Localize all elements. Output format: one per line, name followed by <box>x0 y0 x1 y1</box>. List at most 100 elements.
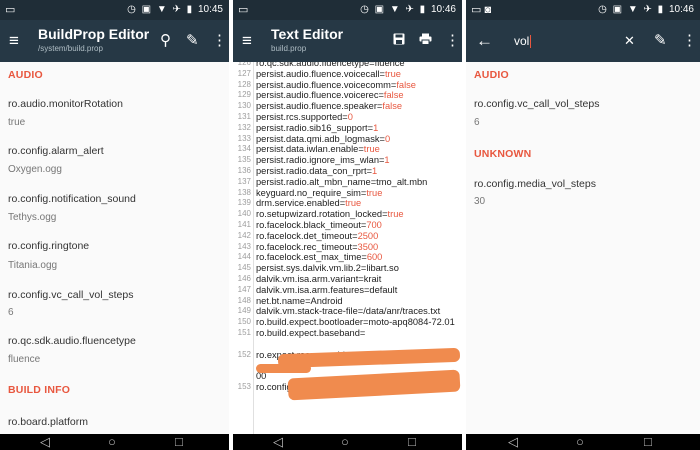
airplane-icon: ✈ <box>405 4 414 15</box>
line-number: 132 <box>237 122 251 132</box>
notification-icon: ▭ <box>238 4 249 16</box>
nav-home-icon[interactable]: ○ <box>576 435 584 449</box>
editor-line[interactable]: 126 ro.qc.sdk.audio.fluencetype=fluence <box>233 62 462 69</box>
menu-icon[interactable]: ≡ <box>242 30 252 52</box>
more-options-icon[interactable]: ⋮ <box>682 31 697 51</box>
line-text: persist.radio.ignore_ims_wlan=1 <box>256 155 390 166</box>
property-key: ro.config.vc_call_vol_steps <box>8 289 134 301</box>
nav-home-icon[interactable]: ○ <box>108 435 116 449</box>
property-key-text: persist.radio.sib16_support= <box>256 122 374 133</box>
nav-back-icon[interactable]: ◁ <box>40 435 50 449</box>
editor-line[interactable]: 150 ro.build.expect.bootloader=moto-apq80… <box>233 317 462 328</box>
search-icon[interactable]: ⚲ <box>160 31 171 51</box>
file-path: /system/build.prop <box>38 44 103 53</box>
line-text: persist.audio.fluence.speaker=false <box>256 101 402 112</box>
alarm-icon: ◷ <box>598 4 607 15</box>
line-text: persist.audio.fluence.voicecomm=false <box>256 80 416 91</box>
property-value-text: 0 <box>384 133 391 144</box>
battery-icon: ▮ <box>186 4 193 15</box>
line-text: ro.facelock.est_max_time=600 <box>256 252 382 263</box>
property-key-text: persist.audio.fluence.voicecall= <box>256 68 385 79</box>
property-value: Tethys.ogg <box>8 212 57 223</box>
print-icon[interactable] <box>419 31 432 51</box>
property-key-text: dalvik.vm.stack-trace-file= <box>256 306 364 317</box>
editor-line[interactable]: 138 keyguard.no_require_sim=true <box>233 188 462 199</box>
editor-line[interactable]: 135 persist.radio.ignore_ims_wlan=1 <box>233 155 462 166</box>
close-icon[interactable]: ✕ <box>624 31 635 51</box>
editor-line[interactable]: 131 persist.rcs.supported=0 <box>233 112 462 123</box>
line-text: ro.build.expect.baseband= <box>256 328 365 339</box>
vibrate-icon: ▣ <box>374 4 385 15</box>
line-number: 150 <box>237 317 251 327</box>
nav-recent-icon[interactable]: □ <box>408 435 416 449</box>
editor-line[interactable]: 132 persist.radio.sib16_support=1 <box>233 123 462 134</box>
editor-line[interactable]: 145 persist.sys.dalvik.vm.lib.2=libart.so <box>233 263 462 274</box>
line-text: persist.data.qmi.adb_logmask=0 <box>256 134 390 145</box>
wifi-icon: ▼ <box>389 4 400 15</box>
nav-home-icon[interactable]: ○ <box>341 435 349 449</box>
line-number: 137 <box>237 176 251 186</box>
editor-line[interactable]: 136 persist.radio.data_con_rprt=1 <box>233 166 462 177</box>
editor-line[interactable]: 141 ro.facelock.black_timeout=700 <box>233 220 462 231</box>
line-number: 141 <box>237 220 251 229</box>
line-number: 147 <box>237 284 251 294</box>
airplane-icon: ✈ <box>643 4 652 15</box>
editor-line[interactable]: 151 ro.build.expect.baseband= <box>233 328 462 339</box>
line-text: dalvik.vm.isa.arm.features=default <box>256 285 397 296</box>
editor-line[interactable]: 137 persist.radio.alt_mbn_name=tmo_alt.mb… <box>233 177 462 188</box>
editor-line[interactable]: 148 net.bt.name=Android <box>233 296 462 307</box>
section-header-audio: AUDIO <box>8 69 43 81</box>
system-nav-bar: ◁ ○ □ <box>0 434 229 450</box>
editor-line[interactable]: 142 ro.facelock.det_timeout=2500 <box>233 231 462 242</box>
editor-line[interactable]: 144 ro.facelock.est_max_time=600 <box>233 252 462 263</box>
edit-icon[interactable]: ✎ <box>654 31 667 51</box>
alarm-icon: ◷ <box>360 4 369 15</box>
property-value-text: true <box>363 144 380 155</box>
search-toolbar: ← vol ✕ ✎ ⋮ <box>466 20 700 62</box>
app-title: BuildProp Editor <box>38 26 150 42</box>
editor-line[interactable]: 146 dalvik.vm.isa.arm.variant=krait <box>233 274 462 285</box>
line-text: persist.data.iwlan.enable=true <box>256 144 380 155</box>
property-value-text: libart.so <box>366 263 399 274</box>
section-header-build-info: BUILD INFO <box>8 384 71 396</box>
save-icon[interactable] <box>393 31 405 51</box>
line-text: ro.facelock.rec_timeout=3500 <box>256 242 378 253</box>
property-key-text: persist.radio.data_con_rprt= <box>256 166 373 176</box>
back-arrow-icon[interactable]: ← <box>476 30 493 52</box>
editor-line[interactable]: 129 persist.audio.fluence.voicerec=false <box>233 90 462 101</box>
edit-icon[interactable]: ✎ <box>186 31 199 51</box>
more-options-icon[interactable]: ⋮ <box>212 31 227 51</box>
editor-line[interactable]: 143 ro.facelock.rec_timeout=3500 <box>233 242 462 253</box>
airplane-icon: ✈ <box>172 4 181 15</box>
nav-recent-icon[interactable]: □ <box>175 435 183 449</box>
editor-line[interactable]: 139 drm.service.enabled=true <box>233 198 462 209</box>
nav-back-icon[interactable]: ◁ <box>273 435 283 449</box>
editor-line[interactable]: 130 persist.audio.fluence.speaker=false <box>233 101 462 112</box>
more-options-icon[interactable]: ⋮ <box>445 31 460 51</box>
property-value: true <box>8 117 26 128</box>
editor-line[interactable]: 149 dalvik.vm.stack-trace-file=/data/anr/… <box>233 306 462 317</box>
property-key-text: ro.facelock.black_timeout= <box>256 220 367 230</box>
property-value-text: 600 <box>366 252 383 263</box>
line-number: 152 <box>237 349 251 359</box>
menu-icon[interactable]: ≡ <box>9 30 19 52</box>
property-key-text: persist.radio.alt_mbn_name= <box>256 176 377 187</box>
property-key-text: drm.service.enabled= <box>256 198 346 209</box>
property-value-text: true <box>345 198 362 209</box>
editor-line[interactable]: 134 persist.data.iwlan.enable=true <box>233 144 462 155</box>
editor-line[interactable]: 140 ro.setupwizard.rotation_locked=true <box>233 209 462 220</box>
property-key: ro.board.platform <box>8 416 88 428</box>
property-key-text: ro.build.expect.baseband= <box>256 328 366 338</box>
property-value-text: true <box>387 209 404 220</box>
editor-line[interactable]: 133 persist.data.qmi.adb_logmask=0 <box>233 134 462 145</box>
property-value-text: 1 <box>372 166 378 176</box>
property-value: Titania.ogg <box>8 260 58 271</box>
nav-back-icon[interactable]: ◁ <box>508 435 518 449</box>
editor-line[interactable]: 127 persist.audio.fluence.voicecall=true <box>233 69 462 80</box>
search-input[interactable]: vol <box>514 33 532 49</box>
editor-line[interactable]: 147 dalvik.vm.isa.arm.features=default <box>233 285 462 296</box>
line-text: ro.setupwizard.rotation_locked=true <box>256 209 404 220</box>
editor-line[interactable]: 128 persist.audio.fluence.voicecomm=false <box>233 80 462 91</box>
nav-recent-icon[interactable]: □ <box>644 435 652 449</box>
property-value-text: true <box>384 68 401 79</box>
